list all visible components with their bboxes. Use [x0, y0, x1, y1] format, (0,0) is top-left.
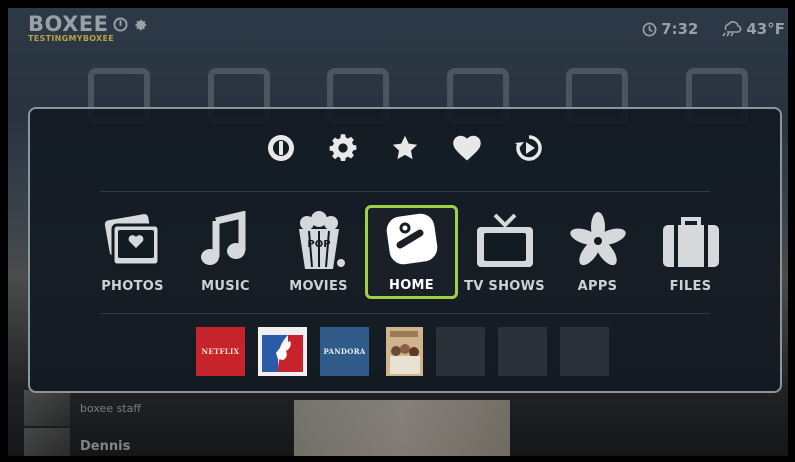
username: TESTINGMYBOXEE — [28, 34, 115, 43]
pandora-tile[interactable]: PANDORA — [320, 327, 369, 376]
mlb-tile[interactable] — [258, 327, 307, 376]
netflix-tile[interactable]: NETFLIX — [196, 327, 245, 376]
favorites-heart-button[interactable] — [452, 133, 482, 163]
divider — [100, 313, 710, 314]
nav-apps[interactable]: APPS — [551, 205, 644, 299]
gear-icon — [329, 134, 357, 161]
power-icon — [113, 16, 129, 32]
history-icon — [515, 135, 542, 161]
nav-label: MUSIC — [201, 279, 250, 294]
heart-icon — [453, 135, 481, 161]
status-bar: 7:32 43°F — [641, 20, 785, 38]
music-note-icon — [200, 211, 245, 265]
main-nav: PHOTOS MUSIC POP MOVIES HOME TV SHOWS AP… — [86, 205, 737, 299]
weather-temp: 43°F — [746, 20, 785, 38]
nav-label: PHOTOS — [101, 279, 164, 294]
nav-photos[interactable]: PHOTOS — [86, 205, 179, 299]
main-menu-panel: PHOTOS MUSIC POP MOVIES HOME TV SHOWS AP… — [28, 107, 782, 393]
feed-row: Dennis — [24, 426, 130, 456]
briefcase-icon — [662, 217, 719, 267]
background-poster — [294, 400, 510, 456]
tv-icon — [476, 213, 533, 267]
divider — [100, 191, 710, 192]
favorites-star-button[interactable] — [390, 133, 420, 163]
nav-files[interactable]: FILES — [644, 205, 737, 299]
settings-button[interactable] — [328, 133, 358, 163]
nav-label: TV SHOWS — [464, 279, 545, 294]
apps-flower-icon — [569, 212, 626, 266]
nav-label: HOME — [389, 278, 434, 293]
boxee-home-icon — [386, 213, 437, 265]
avatar — [24, 428, 70, 456]
gear-icon — [133, 16, 149, 32]
brand-logo: BOXEE — [28, 12, 109, 36]
clock-time: 7:32 — [661, 20, 699, 38]
star-icon — [392, 135, 418, 160]
weather-rain-icon — [720, 21, 742, 37]
history-button[interactable] — [514, 133, 544, 163]
clock-icon — [641, 21, 657, 37]
feed-user: Dennis — [80, 438, 131, 454]
empty-tile[interactable] — [498, 327, 547, 376]
popcorn-icon: POP — [298, 211, 345, 269]
tv-show-poster — [386, 327, 423, 376]
popcorn-text: POP — [307, 239, 330, 250]
empty-tile[interactable] — [560, 327, 609, 376]
power-icon — [268, 135, 294, 161]
empty-tile[interactable] — [436, 327, 485, 376]
feed-row: boxee staff — [24, 388, 141, 428]
avatar — [24, 390, 70, 426]
nav-home[interactable]: HOME — [365, 205, 458, 299]
nav-label: MOVIES — [289, 279, 348, 294]
nav-label: FILES — [669, 279, 712, 294]
mlb-logo-icon — [262, 335, 303, 372]
brand: BOXEE TESTINGMYBOXEE — [28, 12, 149, 43]
feed-user: boxee staff — [80, 401, 141, 415]
nav-music[interactable]: MUSIC — [179, 205, 272, 299]
tile-label: PANDORA — [323, 347, 366, 356]
nav-label: APPS — [577, 279, 618, 294]
photos-icon — [104, 214, 160, 267]
clock: 7:32 — [641, 20, 698, 38]
app-shortcuts: NETFLIX PANDORA — [196, 327, 609, 376]
tv-show-tile[interactable] — [386, 327, 423, 376]
nav-tv-shows[interactable]: TV SHOWS — [458, 205, 551, 299]
tile-label: NETFLIX — [201, 347, 240, 356]
quick-actions — [30, 133, 780, 163]
nav-movies[interactable]: POP MOVIES — [272, 205, 365, 299]
weather: 43°F — [720, 20, 785, 38]
power-button[interactable] — [266, 133, 296, 163]
